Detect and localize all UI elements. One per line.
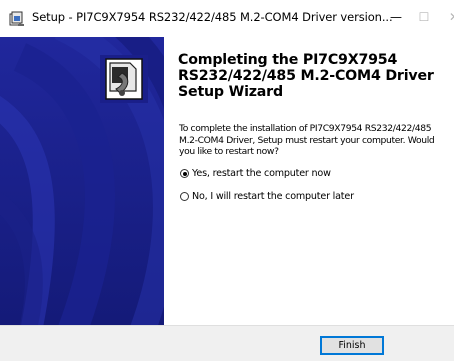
installer-computer-icon xyxy=(100,55,148,103)
restart-now-label[interactable]: Yes, restart the computer now xyxy=(192,168,331,179)
restart-later-option[interactable]: No, I will restart the computer later xyxy=(180,191,354,202)
wizard-heading: Completing the PI7C9X7954 RS232/422/485 … xyxy=(178,52,434,100)
restart-now-option[interactable]: Yes, restart the computer now xyxy=(180,168,331,179)
restart-later-label[interactable]: No, I will restart the computer later xyxy=(192,191,354,202)
button-bar: Finish xyxy=(0,325,454,361)
setup-app-icon xyxy=(9,11,24,26)
radio-unselected-icon[interactable] xyxy=(180,192,189,201)
wizard-content: Completing the PI7C9X7954 RS232/422/485 … xyxy=(164,37,454,325)
close-button[interactable]: ✕ xyxy=(434,0,454,33)
radio-selected-icon[interactable] xyxy=(180,169,189,178)
window-title: Setup - PI7C9X7954 RS232/422/485 M.2-COM… xyxy=(32,10,393,24)
setup-wizard-window: Setup - PI7C9X7954 RS232/422/485 M.2-COM… xyxy=(0,0,454,361)
wizard-side-panel xyxy=(0,37,164,325)
finish-button[interactable]: Finish xyxy=(320,336,384,355)
wizard-message: To complete the installation of PI7C9X79… xyxy=(179,123,435,157)
title-bar[interactable]: Setup - PI7C9X7954 RS232/422/485 M.2-COM… xyxy=(0,0,454,37)
